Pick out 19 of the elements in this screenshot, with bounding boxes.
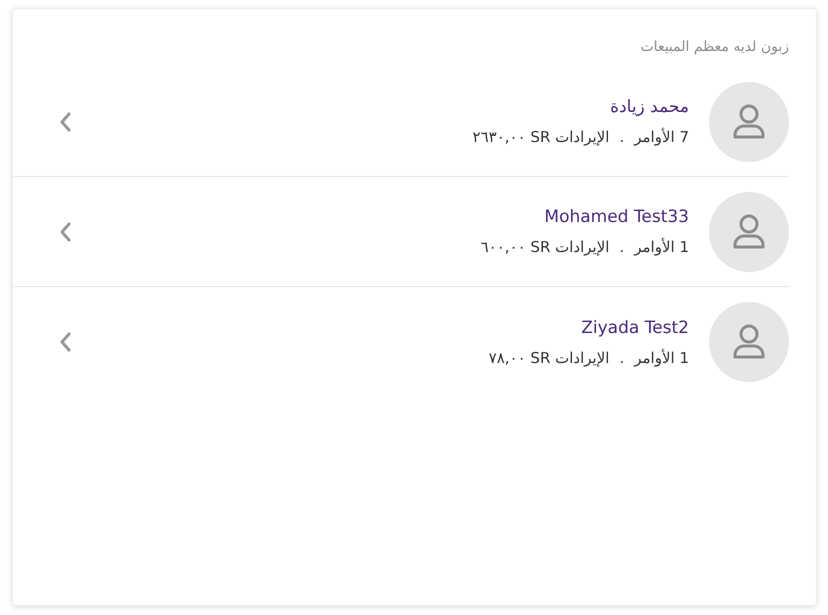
chevron-left-icon[interactable] xyxy=(59,222,71,242)
revenue-amount: الإيرادات SR ٦٠٠,٠٠ xyxy=(480,237,610,257)
orders-count: 1 الأوامر xyxy=(634,237,689,257)
revenue-amount: الإيرادات SR ٢٦٣٠,٠٠ xyxy=(472,127,610,147)
user-avatar-icon xyxy=(709,82,789,162)
customer-name[interactable]: Ziyada Test2 xyxy=(581,316,689,338)
revenue-amount: الإيرادات SR ٧٨,٠٠ xyxy=(488,348,610,368)
orders-count: 1 الأوامر xyxy=(634,348,689,368)
separator: . xyxy=(619,237,624,257)
orders-count: 7 الأوامر xyxy=(634,127,689,147)
chevron-left-icon[interactable] xyxy=(59,332,71,352)
user-avatar-icon xyxy=(709,302,789,382)
card-title: زبون لديه معظم المبيعات xyxy=(640,38,789,57)
separator: . xyxy=(619,127,624,147)
user-avatar-icon xyxy=(709,192,789,272)
separator: . xyxy=(619,348,624,368)
chevron-left-icon[interactable] xyxy=(59,112,71,132)
customer-name[interactable]: محمد زيادة xyxy=(610,96,689,118)
customer-name[interactable]: Mohamed Test33 xyxy=(544,206,689,228)
